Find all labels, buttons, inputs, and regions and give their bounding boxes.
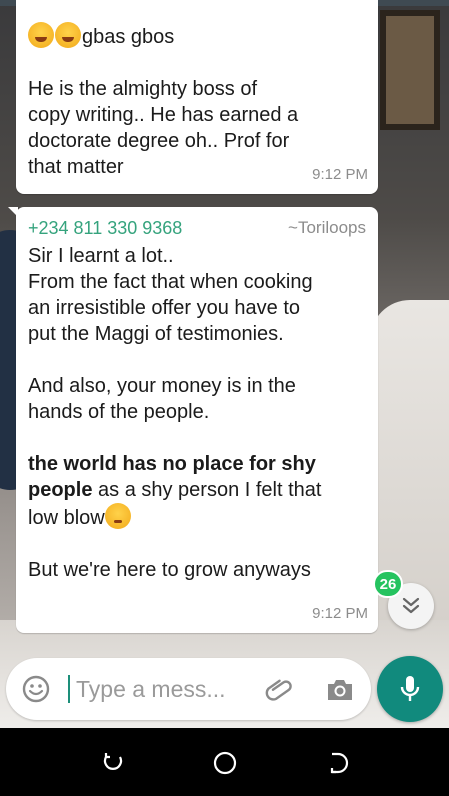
message-line: people as a shy person I felt that [28,477,366,503]
message-time: 9:12 PM [312,166,368,183]
message-line: low blow [28,503,366,531]
message-line: Sir I learnt a lot.. [28,245,174,267]
bold-text: the world has no place for shy [28,453,316,475]
text-caret [68,675,70,703]
rolling-laughing-emoji-icon [55,22,81,48]
message-line: gbas gbos [28,22,366,50]
message-text: low blow [28,507,105,529]
wallpaper-frame [380,10,440,130]
message-line: From the fact that when cooking [28,271,313,293]
sender-phone[interactable]: +234 811 330 9368 [28,215,182,241]
message-line: But we're here to grow anyways [28,559,311,581]
message-bubble[interactable]: +234 811 330 9368 ~Toriloops Sir I learn… [8,207,378,633]
sender-name: ~Toriloops [288,218,366,237]
paperclip-icon[interactable] [264,674,296,706]
home-icon[interactable] [210,748,240,778]
unread-count-badge[interactable]: 26 [373,570,403,598]
message-text: as a shy person I felt that [92,479,322,501]
sender-header: +234 811 330 9368 ~Toriloops [28,215,366,241]
back-icon[interactable] [322,748,352,778]
mic-button[interactable] [377,656,443,722]
pleading-face-emoji-icon [104,503,131,529]
message-time: 9:12 PM [312,605,368,622]
message-input[interactable] [76,672,251,706]
message-bubble[interactable]: gbas gbos He is the almighty boss of cop… [16,0,378,194]
recent-apps-icon[interactable] [98,748,128,778]
bold-text: people [28,479,93,501]
message-text: gbas gbos [82,26,175,48]
mic-icon [400,676,420,701]
message-line: He is the almighty boss of [28,78,257,100]
message-line: hands of the people. [28,401,210,423]
camera-icon[interactable] [324,674,356,706]
message-line: the world has no place for shy [28,451,366,477]
navigation-bar [0,728,449,796]
message-line: And also, your money is in the [28,375,296,397]
message-line: doctorate degree oh.. Prof for [28,130,290,152]
message-line: an irresistible offer you have to [28,297,301,319]
smiley-icon[interactable] [20,673,52,705]
double-chevron-down-icon [402,597,420,614]
rolling-laughing-emoji-icon [28,22,54,48]
message-line: copy writing.. He has earned a [28,104,299,126]
message-line: put the Maggi of testimonies. [28,323,284,345]
message-input-bar [6,658,371,720]
